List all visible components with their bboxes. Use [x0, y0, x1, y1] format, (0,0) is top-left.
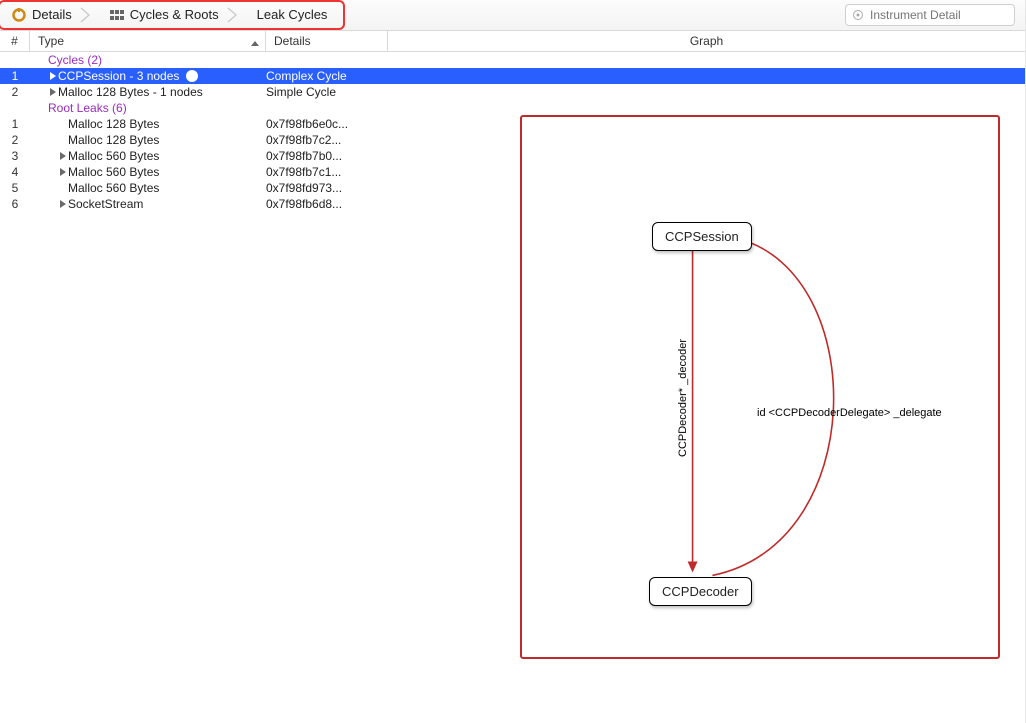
breadcrumb-details[interactable]: Details: [2, 2, 86, 28]
row-details: Simple Cycle: [266, 85, 388, 99]
row-type: Malloc 560 Bytes: [68, 181, 159, 195]
disclosure-triangle-icon[interactable]: [58, 168, 68, 176]
search-input[interactable]: [868, 7, 1026, 23]
row-details: Complex Cycle: [266, 69, 388, 83]
graph-edge-label-delegate: id <CCPDecoderDelegate> _delegate: [757, 407, 942, 419]
row-type: Malloc 128 Bytes: [68, 133, 159, 147]
search-field[interactable]: [845, 4, 1015, 26]
breadcrumb-label: Cycles & Roots: [130, 7, 219, 22]
breadcrumb-label: Leak Cycles: [257, 7, 328, 22]
breadcrumb-label: Details: [32, 7, 72, 22]
row-details: 0x7f98fd973...: [266, 181, 388, 195]
row-type: Malloc 128 Bytes - 1 nodes: [58, 85, 203, 99]
row-num: 5: [0, 181, 30, 195]
row-type: Malloc 560 Bytes: [68, 149, 159, 163]
row-num: 2: [0, 85, 30, 99]
grid-icon: [110, 9, 124, 21]
row-num: 4: [0, 165, 30, 179]
row-num: 3: [0, 149, 30, 163]
graph-edge-label-decoder: CCPDecoder* _decoder: [677, 339, 689, 457]
breadcrumb-cycles-roots[interactable]: Cycles & Roots: [86, 2, 233, 28]
row-type: Malloc 560 Bytes: [68, 165, 159, 179]
section-label: Root Leaks (6): [30, 101, 266, 115]
section-label: Cycles (2): [30, 53, 266, 67]
breadcrumb: Details Cycles & Roots Leak Cycles: [0, 0, 345, 30]
section-cycles[interactable]: Cycles (2): [0, 52, 1025, 68]
col-graph[interactable]: Graph: [388, 31, 1025, 51]
graph-edges: [522, 117, 998, 657]
graph-node-ccpdecoder[interactable]: CCPDecoder: [649, 577, 752, 606]
go-arrow-icon[interactable]: [185, 69, 199, 83]
list-item-malloc128-1nodes[interactable]: 2 Malloc 128 Bytes - 1 nodes Simple Cycl…: [0, 84, 1025, 100]
row-type: Malloc 128 Bytes: [68, 117, 159, 131]
details-icon: [12, 8, 26, 22]
disclosure-triangle-icon[interactable]: [58, 200, 68, 208]
disclosure-triangle-icon[interactable]: [48, 88, 58, 96]
disclosure-triangle-icon[interactable]: [58, 152, 68, 160]
col-details[interactable]: Details: [266, 31, 388, 51]
row-details: 0x7f98fb7b0...: [266, 149, 388, 163]
row-type: CCPSession - 3 nodes: [58, 69, 179, 83]
row-details: 0x7f98fb6d8...: [266, 197, 388, 211]
row-num: 1: [0, 69, 30, 83]
row-details: 0x7f98fb7c1...: [266, 165, 388, 179]
section-root-leaks[interactable]: Root Leaks (6): [0, 100, 1025, 116]
graph-node-ccpsession[interactable]: CCPSession: [652, 222, 752, 251]
disclosure-triangle-icon[interactable]: [48, 72, 58, 80]
row-details: 0x7f98fb6e0c...: [266, 117, 388, 131]
target-icon: [852, 9, 864, 21]
list-item-ccpsession[interactable]: 1 CCPSession - 3 nodes Complex Cycle: [0, 68, 1025, 84]
row-num: 2: [0, 133, 30, 147]
row-type: SocketStream: [68, 197, 143, 211]
row-num: 6: [0, 197, 30, 211]
row-num: 1: [0, 117, 30, 131]
top-bar: Details Cycles & Roots Leak Cycles: [0, 0, 1025, 31]
row-details: 0x7f98fb7c2...: [266, 133, 388, 147]
sort-asc-icon: [251, 37, 259, 45]
cycle-graph-panel: CCPSession CCPDecoder CCPDecoder* _decod…: [520, 115, 1000, 659]
col-type[interactable]: Type: [30, 31, 266, 51]
column-header: # Type Details Graph: [0, 31, 1025, 52]
col-num[interactable]: #: [0, 31, 30, 51]
col-type-label: Type: [38, 34, 64, 48]
breadcrumb-leak-cycles[interactable]: Leak Cycles: [233, 2, 342, 28]
